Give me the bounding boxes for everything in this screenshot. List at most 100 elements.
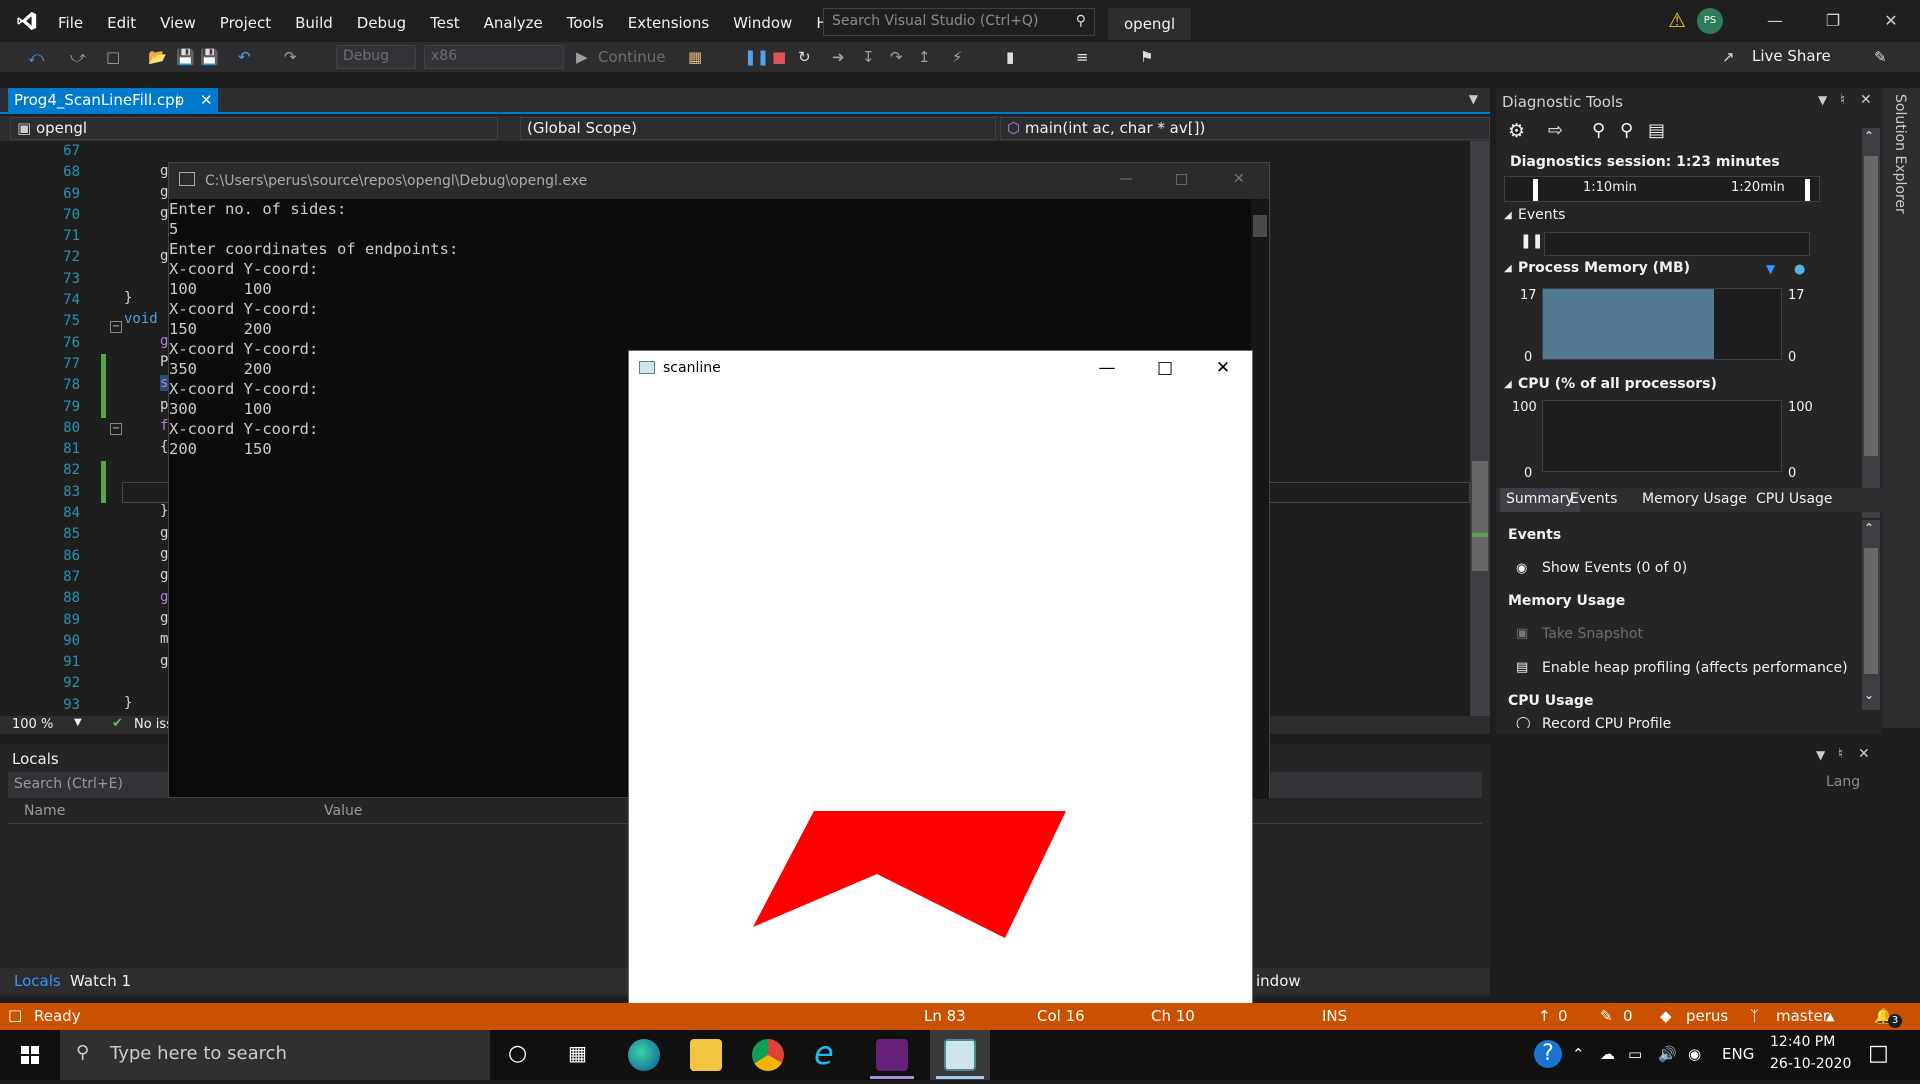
enable-heap-profiling-button[interactable]: Enable heap profiling (affects performan…	[1542, 660, 1848, 676]
scrollbar-thumb[interactable]	[1253, 215, 1267, 237]
visual-studio-logo-icon[interactable]	[16, 10, 38, 32]
scanline-minimize-button[interactable]: —	[1078, 351, 1136, 385]
timeline-end-handle[interactable]	[1805, 179, 1810, 201]
export-icon[interactable]: ⇨	[1548, 120, 1563, 141]
live-share-button[interactable]: Live Share	[1752, 47, 1831, 65]
clock-date[interactable]: 26-10-2020	[1770, 1056, 1851, 1072]
opengl-app-icon[interactable]	[944, 1039, 976, 1071]
branch-menu-icon[interactable]: ▲	[1826, 1010, 1834, 1023]
language-indicator[interactable]: ENG	[1722, 1045, 1754, 1063]
tab-overflow-icon[interactable]: ▼	[1469, 92, 1478, 106]
collapse-icon[interactable]: −	[110, 321, 122, 333]
menu-test[interactable]: Test	[418, 0, 472, 46]
status-insert-mode[interactable]: INS	[1322, 1007, 1347, 1025]
avatar[interactable]: PS	[1697, 8, 1723, 34]
scope-dropdown[interactable]: (Global Scope)	[520, 117, 996, 140]
restore-button[interactable]: ❐	[1804, 0, 1862, 42]
menu-project[interactable]: Project	[208, 0, 283, 46]
summary-scrollbar[interactable]: ⌃ ⌄	[1862, 520, 1880, 710]
pencil-icon[interactable]: ✎	[1600, 1007, 1613, 1025]
show-hidden-icons[interactable]: ⌃	[1572, 1045, 1585, 1063]
menu-window[interactable]: Window	[721, 0, 804, 46]
cpu-chart[interactable]	[1542, 400, 1782, 472]
step-over-icon[interactable]: ↷	[890, 48, 903, 66]
close-button[interactable]: ✕	[1862, 0, 1920, 42]
menu-debug[interactable]: Debug	[345, 0, 418, 46]
tab-memory-usage[interactable]: Memory Usage	[1642, 491, 1747, 507]
status-column[interactable]: Col 16	[1037, 1007, 1085, 1025]
solution-explorer-tab[interactable]: Solution Explorer	[1882, 88, 1920, 728]
expand-icon[interactable]: ◢	[1504, 379, 1512, 390]
pause-icon[interactable]: ❚❚	[1520, 233, 1543, 249]
close-tab-icon[interactable]: ✕	[200, 91, 213, 109]
comment-icon[interactable]: ≡	[1076, 48, 1089, 66]
expand-icon[interactable]: ◢	[1504, 210, 1512, 221]
repo-icon[interactable]: ◆	[1660, 1007, 1672, 1025]
wifi-icon[interactable]: ◉	[1688, 1045, 1701, 1063]
back-arrow-icon[interactable]: ⤺	[28, 48, 44, 66]
save-all-icon[interactable]: 💾	[200, 48, 219, 66]
vs-search-input[interactable]: Search Visual Studio (Ctrl+Q) ⚲	[823, 8, 1095, 36]
clock-time[interactable]: 12:40 PM	[1770, 1034, 1835, 1050]
tab-summary[interactable]: Summary	[1500, 488, 1580, 512]
pin-icon[interactable]: ♮	[1838, 746, 1843, 762]
close-panel-icon[interactable]: ✕	[1858, 746, 1870, 762]
live-share-icon[interactable]: ↗	[1722, 48, 1735, 66]
help-icon[interactable]: ?	[1534, 1040, 1562, 1068]
collapse-icon[interactable]: −	[110, 423, 122, 435]
show-events-link[interactable]: Show Events (0 of 0)	[1542, 560, 1687, 576]
battery-icon[interactable]: ▭	[1628, 1045, 1642, 1063]
new-item-icon[interactable]: □	[106, 48, 120, 66]
name-column[interactable]: Name	[24, 803, 65, 819]
value-column[interactable]: Value	[324, 803, 362, 819]
save-icon[interactable]: 💾	[176, 48, 195, 66]
menu-extensions[interactable]: Extensions	[616, 0, 721, 46]
scroll-up-icon[interactable]: ⌃	[1864, 129, 1874, 143]
restart-icon[interactable]: ↻	[798, 48, 811, 66]
console-scrollbar[interactable]	[1251, 199, 1269, 799]
open-folder-icon[interactable]: 📂	[148, 48, 167, 66]
tab-watch-1[interactable]: Watch 1	[70, 972, 131, 990]
pin-icon[interactable]: ♮	[176, 91, 181, 109]
menu-edit[interactable]: Edit	[95, 0, 148, 46]
forward-arrow-icon[interactable]: ⤻	[70, 48, 86, 66]
tab-events[interactable]: Events	[1570, 491, 1617, 507]
diagnostics-scrollbar[interactable]: ⌃ ⌄	[1862, 128, 1880, 518]
record-cpu-profile-button[interactable]: Record CPU Profile	[1542, 716, 1671, 728]
menu-build[interactable]: Build	[283, 0, 345, 46]
panel-menu-icon[interactable]: ▼	[1818, 93, 1827, 107]
menu-file[interactable]: File	[46, 0, 95, 46]
minimize-button[interactable]: —	[1746, 0, 1804, 42]
hot-reload-icon[interactable]: ⚡	[952, 48, 963, 66]
breakpoint-icon[interactable]: ▮	[1006, 48, 1014, 66]
console-maximize-button[interactable]: □	[1175, 171, 1188, 187]
function-dropdown[interactable]: ⬡ main(int ac, char * av[])	[1000, 117, 1490, 140]
feedback-icon[interactable]: ✎	[1874, 48, 1887, 66]
unpushed-count[interactable]: 0	[1558, 1007, 1568, 1025]
cortana-icon[interactable]: ○	[508, 1041, 527, 1066]
expand-icon[interactable]: ◢	[1504, 263, 1512, 274]
tab-prog4-scanlinefill[interactable]: Prog4_ScanLineFill.cpp ♮ ✕	[8, 88, 218, 114]
onedrive-icon[interactable]: ☁	[1600, 1045, 1615, 1063]
console-title-bar[interactable]: C:\Users\perus\source\repos\opengl\Debug…	[169, 163, 1269, 199]
tab-immediate-window[interactable]: indow	[1256, 972, 1301, 990]
action-center-icon[interactable]: □	[1868, 1041, 1889, 1066]
scroll-up-icon[interactable]: ⌃	[1864, 521, 1874, 535]
zoom-dropdown[interactable]: 100 %	[12, 717, 53, 732]
branch-icon[interactable]: ᛉ	[1750, 1007, 1759, 1025]
scrollbar-thumb[interactable]	[1864, 156, 1878, 456]
take-snapshot-button[interactable]: Take Snapshot	[1542, 626, 1643, 642]
chrome-icon[interactable]	[752, 1039, 784, 1071]
scanline-window[interactable]: scanline — □ ✕	[628, 350, 1253, 1012]
scrollbar-thumb[interactable]	[1864, 548, 1878, 674]
status-char[interactable]: Ch 10	[1151, 1007, 1195, 1025]
branch-name[interactable]: master	[1776, 1007, 1829, 1025]
settings-icon[interactable]: ⚙	[1508, 120, 1525, 142]
scanline-maximize-button[interactable]: □	[1136, 351, 1194, 385]
visual-studio-taskbar-icon[interactable]	[876, 1039, 908, 1071]
publish-arrow-icon[interactable]: ↑	[1538, 1007, 1551, 1025]
stop-icon[interactable]: ■	[772, 48, 786, 66]
console-minimize-button[interactable]: —	[1119, 171, 1133, 187]
close-panel-icon[interactable]: ✕	[1860, 92, 1872, 108]
attach-process-icon[interactable]: ▦	[688, 48, 702, 66]
